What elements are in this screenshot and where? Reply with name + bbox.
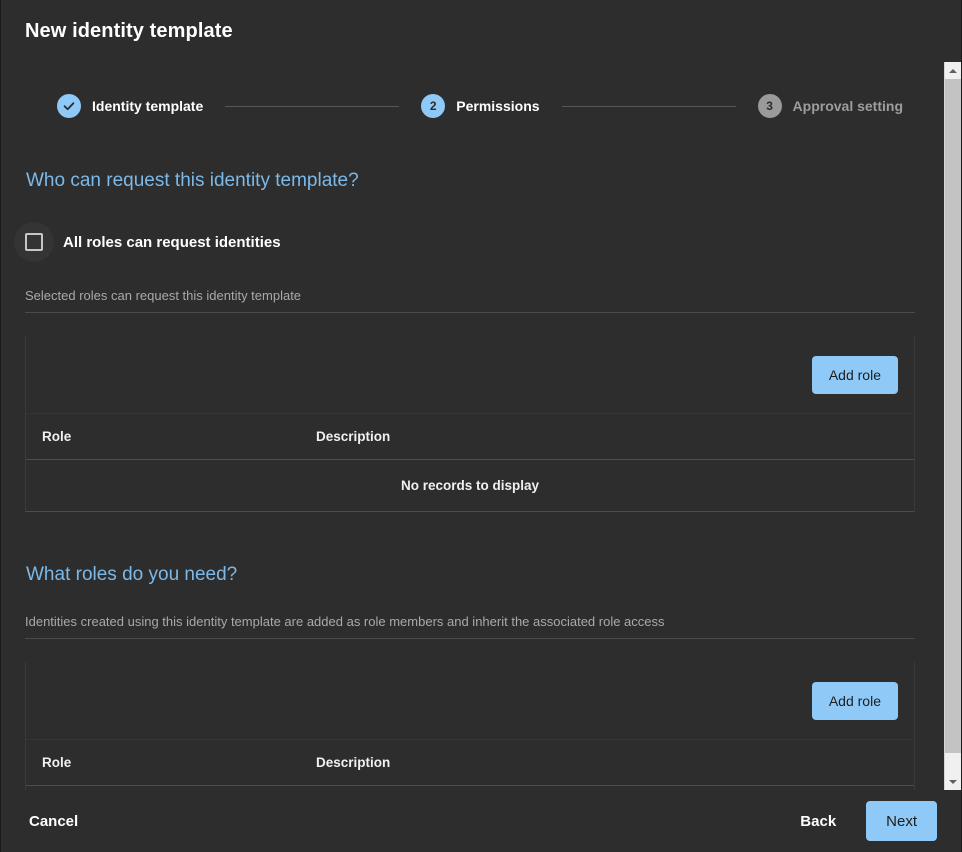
step-connector-2	[562, 106, 736, 107]
vertical-scrollbar[interactable]	[944, 62, 961, 790]
member-roles-table: Add role Role Description No records to …	[25, 662, 915, 790]
all-roles-checkbox-label: All roles can request identities	[63, 234, 281, 251]
step-1-circle	[57, 94, 81, 118]
wizard-stepper: Identity template 2 Permissions 3 Approv…	[25, 62, 915, 150]
step-1-label: Identity template	[92, 98, 203, 114]
column-header-description-2: Description	[316, 755, 898, 770]
all-roles-checkbox-row[interactable]: All roles can request identities	[14, 222, 915, 262]
step-identity-template[interactable]: Identity template	[57, 94, 203, 118]
requestable-roles-table: Add role Role Description No records to …	[25, 336, 915, 512]
dialog-content: Identity template 2 Permissions 3 Approv…	[1, 62, 939, 790]
step-3-label: Approval setting	[793, 98, 903, 114]
next-button[interactable]: Next	[866, 801, 937, 841]
new-identity-template-dialog: New identity template Identity template	[0, 0, 962, 852]
requestable-roles-empty-state: No records to display	[26, 460, 914, 512]
member-roles-empty-state: No records to display	[26, 786, 914, 790]
section-title-who-can-request: Who can request this identity template?	[25, 170, 915, 192]
column-header-role-2: Role	[42, 755, 316, 770]
all-roles-checkbox[interactable]	[14, 222, 54, 262]
add-role-button-members[interactable]: Add role	[812, 682, 898, 720]
step-permissions[interactable]: 2 Permissions	[421, 94, 539, 118]
inherited-roles-helper-text: Identities created using this identity t…	[25, 614, 915, 639]
scroll-down-button[interactable]	[945, 773, 961, 790]
requestable-roles-header-row: Role Description	[26, 414, 914, 460]
step-3-circle: 3	[758, 94, 782, 118]
selected-roles-helper-text: Selected roles can request this identity…	[25, 288, 915, 313]
section-title-what-roles: What roles do you need?	[25, 564, 915, 586]
member-roles-header-row: Role Description	[26, 740, 914, 786]
step-2-label: Permissions	[456, 98, 539, 114]
checkbox-unchecked-icon	[25, 233, 43, 251]
page-title: New identity template	[25, 20, 233, 43]
dialog-scroll-area: Identity template 2 Permissions 3 Approv…	[1, 62, 961, 790]
scrollbar-thumb[interactable]	[945, 79, 961, 753]
column-header-role: Role	[42, 429, 316, 444]
dialog-header: New identity template	[1, 0, 961, 62]
dialog-footer: Cancel Back Next	[1, 790, 961, 852]
chevron-down-icon	[949, 780, 957, 784]
cancel-button[interactable]: Cancel	[25, 805, 82, 838]
add-role-button-requesters[interactable]: Add role	[812, 356, 898, 394]
scroll-up-button[interactable]	[945, 62, 961, 79]
step-connector-1	[225, 106, 399, 107]
step-2-circle: 2	[421, 94, 445, 118]
column-header-description: Description	[316, 429, 898, 444]
back-button[interactable]: Back	[796, 805, 840, 838]
requestable-roles-toolbar: Add role	[26, 336, 914, 414]
member-roles-toolbar: Add role	[26, 662, 914, 740]
check-icon	[62, 99, 76, 113]
step-approval-setting[interactable]: 3 Approval setting	[758, 94, 903, 118]
chevron-up-icon	[949, 69, 957, 73]
